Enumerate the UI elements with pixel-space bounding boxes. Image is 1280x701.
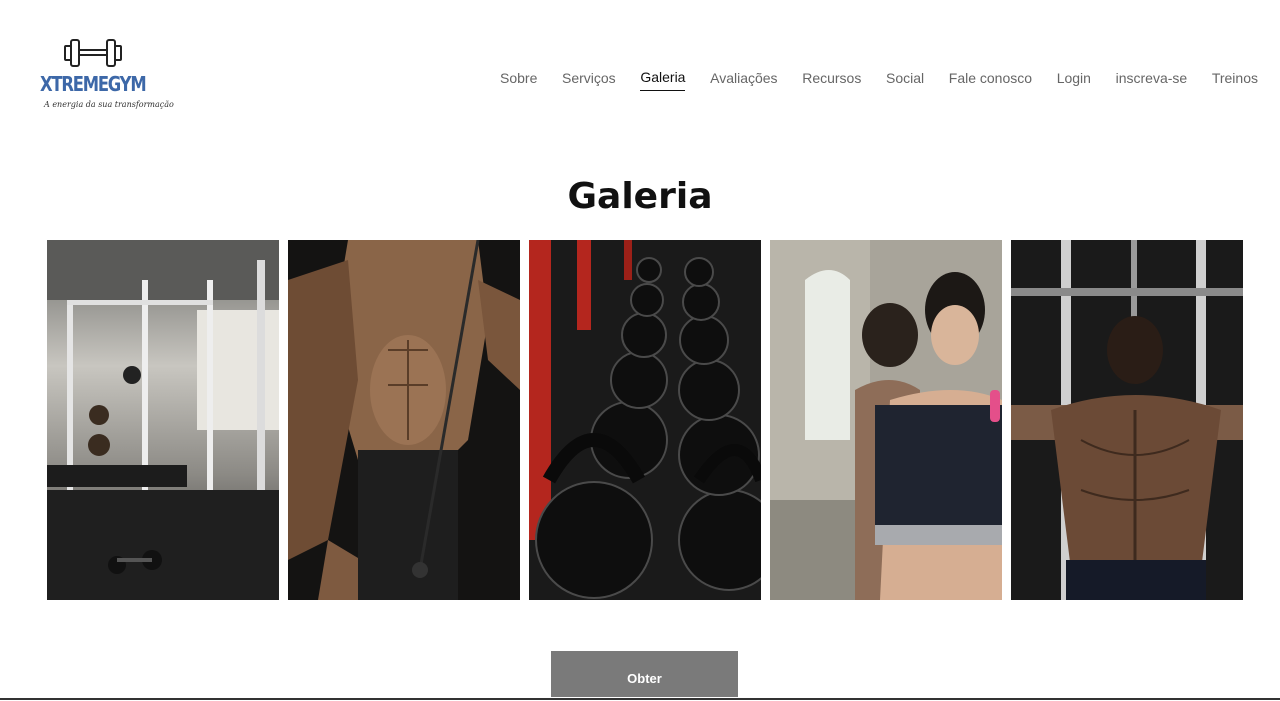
nav-item-inscreva-se[interactable]: inscreva-se	[1116, 70, 1188, 91]
dumbbell-icon	[64, 39, 122, 67]
kettlebells-photo	[529, 240, 761, 600]
bottom-divider	[0, 698, 1280, 700]
women-training-photo	[770, 240, 1002, 600]
cable-curl-athlete-photo	[288, 240, 520, 600]
gallery-image-women-training[interactable]	[770, 240, 1002, 600]
nav-item-sobre[interactable]: Sobre	[500, 70, 537, 91]
nav-item-galeria[interactable]: Galeria	[640, 69, 686, 91]
gym-interior-photo	[47, 240, 279, 600]
gallery-title: Galeria	[567, 176, 713, 217]
nav-item-fale-conosco[interactable]: Fale conosco	[949, 70, 1032, 91]
nav-item-recursos[interactable]: Recursos	[802, 70, 861, 91]
gallery-image-kettlebells[interactable]	[529, 240, 761, 600]
nav-item-avaliacoes[interactable]: Avaliações	[710, 70, 777, 91]
gallery-grid	[47, 240, 1243, 600]
nav-item-treinos[interactable]: Treinos	[1212, 70, 1258, 91]
nav-item-login[interactable]: Login	[1057, 70, 1091, 91]
gallery-image-cable-curl[interactable]	[288, 240, 520, 600]
brand-logo[interactable]: XTREMEGYM A energia da sua transformação	[40, 36, 174, 114]
back-lat-pulldown-photo	[1011, 240, 1243, 600]
nav-item-social[interactable]: Social	[886, 70, 924, 91]
brand-name: XTREMEGYM	[40, 72, 147, 96]
nav-item-servicos[interactable]: Serviços	[562, 70, 616, 91]
brand-tagline: A energia da sua transformação	[44, 100, 174, 109]
obter-button[interactable]: Obter	[551, 651, 738, 697]
main-nav: Sobre Serviços Galeria Avaliações Recurs…	[500, 69, 1258, 91]
gallery-image-back-workout[interactable]	[1011, 240, 1243, 600]
gallery-image-gym-interior[interactable]	[47, 240, 279, 600]
